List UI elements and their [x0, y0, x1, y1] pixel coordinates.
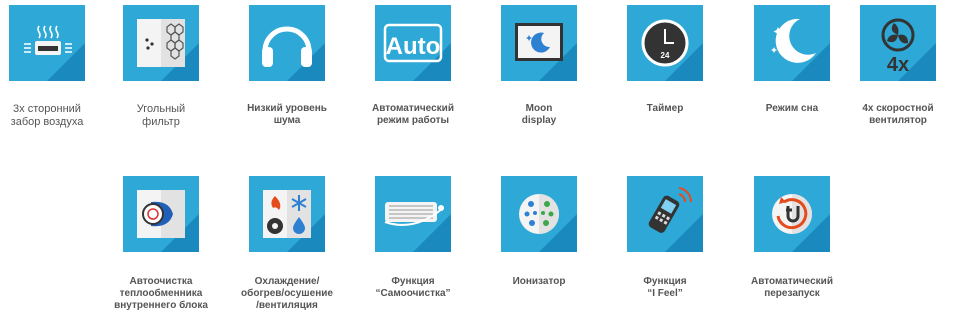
- feature-label: 3х сторонний забор воздуха: [10, 103, 84, 128]
- climate-modes-tile: [249, 176, 325, 252]
- heat-exchanger-clean-icon: [137, 190, 185, 238]
- timer-tile: 24: [627, 5, 703, 81]
- auto-mode-icon: Auto: [383, 23, 443, 63]
- auto-restart-tile: [754, 176, 830, 252]
- sleep-mode-tile: [754, 5, 830, 81]
- low-noise-tile: [249, 5, 325, 81]
- ionizer-icon: [519, 194, 559, 234]
- auto-text: Auto: [386, 33, 441, 60]
- feature-label: Moon display: [521, 103, 557, 126]
- self-clean-icon: [384, 202, 444, 226]
- fan-4x-icon: 4x: [881, 18, 915, 76]
- carbon-filter-icon: [137, 19, 185, 67]
- air-intake-icon: [24, 25, 72, 55]
- auto-mode-tile: Auto: [375, 5, 451, 81]
- feature-label: Ионизатор: [512, 276, 566, 287]
- fan-speed-text: 4x: [887, 54, 909, 76]
- heat-exchanger-clean-tile: [123, 176, 199, 252]
- timer-text: 24: [661, 51, 670, 60]
- i-feel-tile: [627, 176, 703, 252]
- feature-label: Таймер: [646, 103, 684, 114]
- feature-label: Охлаждение/ обогрев/осушение /вентиляция: [241, 276, 333, 311]
- i-feel-icon: [648, 187, 693, 233]
- moon-display-icon: [515, 23, 563, 61]
- feature-label: Низкий уровень шума: [247, 103, 327, 126]
- fan-4x-tile: 4x: [860, 5, 936, 81]
- air-intake-tile: [9, 5, 85, 81]
- ionizer-tile: [501, 176, 577, 252]
- feature-label: Угольный фильтр: [136, 103, 186, 128]
- climate-modes-icon: [263, 190, 311, 238]
- feature-label: Функция “I Feel”: [643, 276, 687, 299]
- auto-restart-icon: [772, 194, 812, 234]
- self-clean-tile: [375, 176, 451, 252]
- headphones-icon: [262, 26, 312, 67]
- carbon-filter-tile: [123, 5, 199, 81]
- timer-icon: 24: [641, 19, 689, 67]
- feature-label: Автоочистка теплообменника внутреннего б…: [114, 276, 208, 311]
- moon-display-tile: [501, 5, 577, 81]
- feature-label: Автоматический перезапуск: [751, 276, 833, 299]
- sleep-mode-icon: [771, 18, 816, 63]
- feature-label: 4х скоростной вентилятор: [862, 103, 934, 126]
- feature-label: Функция “Самоочистка”: [375, 276, 451, 299]
- feature-label: Автоматический режим работы: [372, 103, 454, 126]
